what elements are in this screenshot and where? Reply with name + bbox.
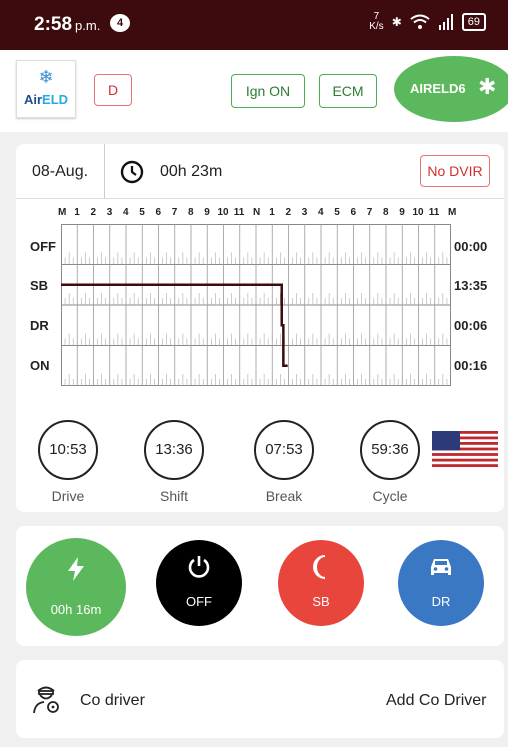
- row-label-dr: DR: [30, 318, 49, 333]
- row-total-off: 00:00: [454, 239, 488, 254]
- battery-icon: 69: [461, 13, 486, 31]
- hour-label: 9: [399, 207, 405, 218]
- hour-label: 6: [350, 207, 357, 218]
- drive-timer: 10:53: [38, 420, 98, 480]
- top-toolbar: ❄ AirELD D Ign ON ECM AIRELD6 ✱: [0, 50, 508, 132]
- duty-status-line: [61, 283, 288, 367]
- power-icon: [188, 556, 210, 578]
- break-timer: 07:53: [254, 420, 314, 480]
- lightning-icon: [68, 557, 84, 581]
- hour-label: 8: [383, 207, 389, 218]
- hour-label: 9: [204, 207, 210, 218]
- hour-label: 4: [318, 207, 324, 218]
- ecm-button[interactable]: ECM: [319, 74, 377, 108]
- off-duty-button[interactable]: OFF: [156, 540, 242, 626]
- row-label-sb: SB: [30, 278, 49, 293]
- notification-badge: 4: [110, 14, 130, 32]
- cycle-timer: 59:36: [360, 420, 420, 480]
- hour-label: 5: [334, 207, 340, 218]
- hour-label: 7: [366, 207, 373, 218]
- us-flag-icon[interactable]: [432, 431, 498, 467]
- row-label-off: OFF: [30, 239, 56, 254]
- hour-label: 2: [90, 207, 97, 218]
- bluetooth-icon: ✱: [478, 74, 497, 99]
- wifi-icon: [410, 14, 430, 29]
- hour-label: 1: [269, 207, 275, 218]
- hour-label: 2: [285, 207, 292, 218]
- hour-label: M: [58, 207, 67, 218]
- row-total-on: 00:16: [454, 358, 488, 373]
- cycle-label: Cycle: [372, 488, 408, 504]
- drive-label: Drive: [51, 488, 85, 504]
- clock-icon: [120, 160, 144, 184]
- status-icons: 7 K/s ✱ 69: [369, 12, 486, 32]
- bluetooth-status-icon: ✱: [391, 15, 402, 29]
- hour-label: 1: [74, 207, 80, 218]
- hour-label: M: [448, 207, 457, 218]
- status-bar: 2:58 p.m. 4 7 K/s ✱ 69: [0, 0, 508, 50]
- break-label: Break: [265, 488, 303, 504]
- co-driver-label: Co driver: [80, 692, 145, 709]
- aireld-logo: ❄ AirELD: [16, 60, 76, 118]
- hour-label: 5: [139, 207, 145, 218]
- network-speed: 7 K/s: [369, 11, 384, 32]
- hour-label: 6: [155, 207, 162, 218]
- shift-label: Shift: [159, 488, 188, 504]
- d-status-button[interactable]: D: [94, 74, 132, 106]
- duty-status-card: 00h 16m OFF SB DR: [16, 526, 504, 646]
- elapsed-time: 00h 23m: [160, 163, 223, 180]
- shift-timer: 13:36: [144, 420, 204, 480]
- log-grid: [61, 224, 451, 386]
- driver-icon: [33, 686, 59, 714]
- device-connection-button[interactable]: AIRELD6 ✱: [394, 56, 508, 122]
- hour-label: 10: [412, 207, 424, 218]
- sleeper-berth-button[interactable]: SB: [278, 540, 364, 626]
- driving-button[interactable]: DR: [398, 540, 484, 626]
- hour-label: 11: [233, 207, 245, 218]
- row-total-dr: 00:06: [454, 318, 488, 333]
- hour-label: 4: [123, 207, 129, 218]
- ignition-button[interactable]: Ign ON: [231, 74, 305, 108]
- row-total-sb: 13:35: [454, 278, 488, 293]
- clock-time: 2:58 p.m.: [34, 14, 101, 35]
- on-duty-button[interactable]: 00h 16m: [26, 538, 126, 636]
- log-card: 08-Aug. 00h 23m No DVIR M 1 2 3 4 5 6 7 8 9 10 11 N 1…: [16, 144, 504, 512]
- log-date: 08-Aug.: [32, 163, 89, 180]
- hour-label: 3: [301, 207, 308, 218]
- row-label-on: ON: [30, 358, 50, 373]
- no-dvir-button[interactable]: No DVIR: [420, 155, 490, 187]
- hour-label: 3: [106, 207, 113, 218]
- signal-icon: [438, 14, 453, 30]
- car-icon: [431, 559, 451, 575]
- add-co-driver-button[interactable]: Add Co Driver: [386, 692, 486, 710]
- hour-label: 7: [171, 207, 178, 218]
- moon-icon: [313, 555, 326, 579]
- hour-label: 10: [217, 207, 229, 218]
- snowflake-icon: ❄: [38, 67, 54, 87]
- hour-label: 11: [428, 207, 440, 218]
- co-driver-card: Co driver Add Co Driver: [16, 660, 504, 738]
- hour-label: 8: [188, 207, 194, 218]
- hour-label: N: [253, 207, 261, 218]
